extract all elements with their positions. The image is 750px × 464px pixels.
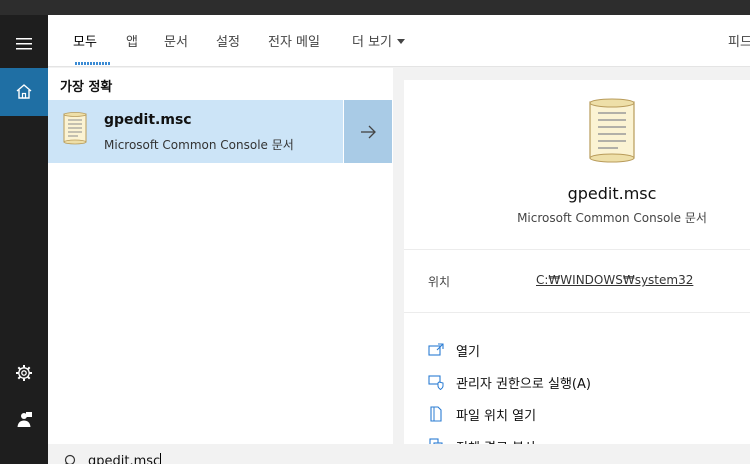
- best-match-heading: 가장 정확: [60, 80, 113, 95]
- top-strip: [0, 0, 750, 15]
- action-open-label: 열기: [456, 344, 480, 360]
- active-tab-indicator: [75, 62, 111, 65]
- search-panel: 모두 앱 문서 설정 전자 메일 더 보기 피드 가장 정확 gpedit.ms…: [48, 15, 750, 464]
- filter-tabs: 모두 앱 문서 설정 전자 메일 더 보기 피드: [48, 15, 750, 67]
- hamburger-icon: [16, 38, 32, 50]
- open-icon: [428, 342, 444, 358]
- action-open[interactable]: 열기: [428, 340, 480, 360]
- search-box[interactable]: gpedit.msc: [48, 444, 750, 464]
- tab-apps[interactable]: 앱: [126, 31, 138, 50]
- detail-pane: gpedit.msc Microsoft Common Console 문서 위…: [404, 80, 750, 456]
- tab-documents[interactable]: 문서: [164, 31, 188, 50]
- file-location-icon: [428, 406, 444, 422]
- action-run-as-admin[interactable]: 관리자 권한으로 실행(A): [428, 372, 591, 392]
- action-open-file-location[interactable]: 파일 위치 열기: [428, 404, 536, 424]
- tab-all[interactable]: 모두: [73, 31, 97, 50]
- chevron-down-icon: [397, 39, 406, 44]
- left-rail: [0, 15, 48, 464]
- expand-details-button[interactable]: [344, 100, 392, 163]
- detail-file-type: Microsoft Common Console 문서: [517, 211, 707, 225]
- user-button[interactable]: [0, 396, 48, 444]
- search-query: gpedit.msc: [88, 454, 161, 464]
- gear-icon: [16, 365, 32, 381]
- arrow-right-icon: [361, 125, 376, 138]
- tab-settings[interactable]: 설정: [216, 31, 240, 50]
- tab-more-label: 더 보기: [352, 35, 393, 50]
- action-run-as-admin-label: 관리자 권한으로 실행(A): [456, 376, 591, 392]
- best-match-item[interactable]: gpedit.msc Microsoft Common Console 문서: [48, 100, 343, 163]
- location-label: 위치: [428, 275, 451, 289]
- tab-more[interactable]: 더 보기: [352, 31, 406, 50]
- run-as-admin-icon: [428, 374, 444, 390]
- search-icon: [64, 454, 76, 464]
- text-caret: [160, 453, 162, 464]
- hamburger-menu-button[interactable]: [0, 20, 48, 68]
- results-list: 가장 정확 gpedit.msc Microsoft Common Consol…: [48, 68, 393, 444]
- user-feedback-icon: [17, 412, 32, 427]
- detail-file-name: gpedit.msc: [567, 184, 657, 203]
- best-match-name: gpedit.msc: [104, 112, 192, 128]
- action-open-file-location-label: 파일 위치 열기: [456, 408, 537, 424]
- search-input[interactable]: gpedit.msc: [88, 453, 162, 464]
- tab-email[interactable]: 전자 메일: [268, 31, 320, 50]
- feedback-link[interactable]: 피드: [728, 31, 750, 50]
- home-button[interactable]: [0, 68, 48, 116]
- msc-file-large-icon: [589, 98, 635, 163]
- home-icon: [16, 84, 32, 99]
- location-link[interactable]: C:₩WINDOWS₩system32: [536, 273, 693, 287]
- settings-button[interactable]: [0, 349, 48, 397]
- divider: [404, 312, 750, 313]
- best-match-type: Microsoft Common Console 문서: [104, 138, 294, 152]
- msc-file-icon: [63, 112, 87, 145]
